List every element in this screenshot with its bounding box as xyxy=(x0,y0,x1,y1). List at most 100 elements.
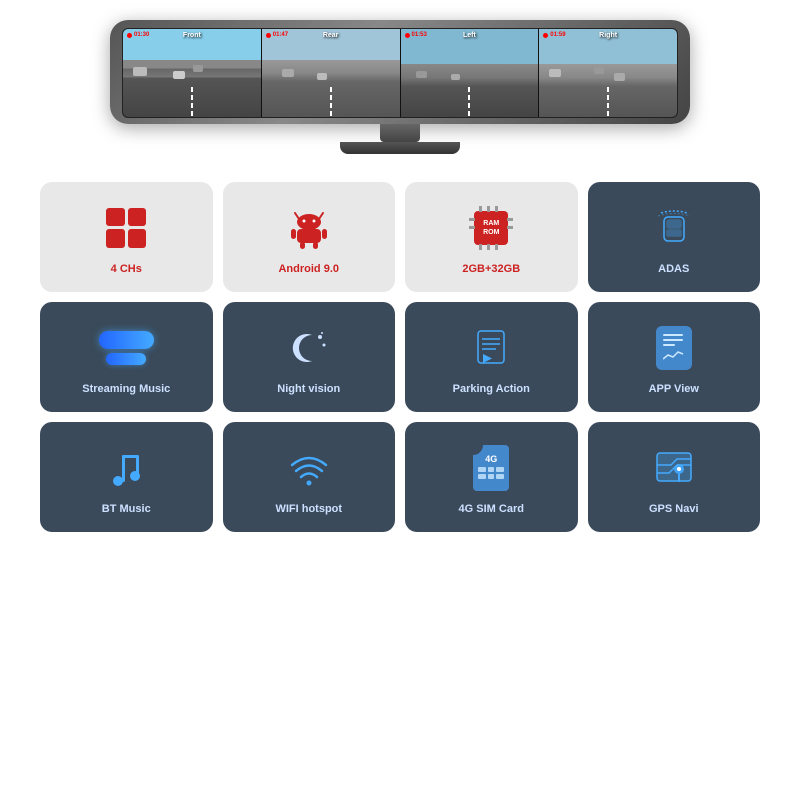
car-front-3 xyxy=(193,65,203,72)
feature-label-parking: Parking Action xyxy=(453,382,530,396)
android-icon xyxy=(283,202,335,254)
sim-card-icon: 4G xyxy=(465,442,517,494)
chip-pin-l1 xyxy=(469,218,475,221)
rec-time-left: 01:53 xyxy=(412,32,427,38)
adas-icon xyxy=(648,202,700,254)
feature-night: Night vision xyxy=(223,302,396,412)
road-lines-right xyxy=(607,87,609,117)
streaming-bar-2 xyxy=(106,353,146,365)
feature-app: APP View xyxy=(588,302,761,412)
app-screen-lines xyxy=(663,334,685,361)
car-right-2 xyxy=(594,67,604,74)
chip-pin-l2 xyxy=(469,226,475,229)
app-line-1 xyxy=(663,334,683,336)
chip-text-ram: RAM xyxy=(483,219,499,228)
car-front-1 xyxy=(133,67,147,76)
camera-screen: 01:30 Front 01:47 Rear 01:53 Left xyxy=(122,28,678,118)
feature-label-android: Android 9.0 xyxy=(278,262,339,276)
feature-adas: ADAS xyxy=(588,182,761,292)
car-rear-2 xyxy=(317,73,327,80)
cam-label-front: Front xyxy=(183,32,201,39)
car-right-3 xyxy=(614,73,625,81)
road-lines-front xyxy=(191,87,193,117)
grid-cell-4 xyxy=(128,229,147,248)
bt-music-icon xyxy=(100,442,152,494)
feature-4chs: 4 CHs xyxy=(40,182,213,292)
cam-view-left: 01:53 Left xyxy=(401,29,540,117)
features-grid: 4 CHs xyxy=(40,182,760,532)
camera-body: 01:30 Front 01:47 Rear 01:53 Left xyxy=(110,20,690,124)
feature-gps: GPS Navi xyxy=(588,422,761,532)
feature-label-4chs: 4 CHs xyxy=(111,262,142,276)
chip-pin-t1 xyxy=(479,206,482,212)
feature-label-app: APP View xyxy=(649,382,699,396)
rec-time-right: 01:59 xyxy=(550,32,565,38)
feature-android: Android 9.0 xyxy=(223,182,396,292)
chip-pin-t3 xyxy=(495,206,498,212)
feature-label-bt: BT Music xyxy=(102,502,151,516)
feature-label-gps: GPS Navi xyxy=(649,502,699,516)
sim-card-body: 4G xyxy=(473,445,509,491)
cam-view-front: 01:30 Front xyxy=(123,29,262,117)
app-view-icon xyxy=(648,322,700,374)
car-right-1 xyxy=(549,69,561,77)
feature-streaming: Streaming Music xyxy=(40,302,213,412)
app-line-3 xyxy=(663,344,675,346)
parking-icon xyxy=(465,322,517,374)
wifi-icon xyxy=(283,442,335,494)
grid-cell-2 xyxy=(128,208,147,227)
chip-pin-b1 xyxy=(479,244,482,250)
feature-label-ram: 2GB+32GB xyxy=(462,262,520,276)
grid-cell-1 xyxy=(106,208,125,227)
streaming-bar xyxy=(99,331,154,349)
cam-view-rear: 01:47 Rear xyxy=(262,29,401,117)
feature-sim: 4G 4G SIM Card xyxy=(405,422,578,532)
sim-notch xyxy=(473,445,483,455)
cam-label-left: Left xyxy=(463,32,476,39)
chip-pin-r2 xyxy=(507,226,513,229)
chip-text-rom: ROM xyxy=(483,228,499,237)
feature-label-sim: 4G SIM Card xyxy=(459,502,524,516)
feature-ram: RAM ROM 2GB+32GB xyxy=(405,182,578,292)
chip-body: RAM ROM xyxy=(474,211,508,245)
feature-label-adas: ADAS xyxy=(658,262,689,276)
cam-view-right: 01:59 Right xyxy=(539,29,677,117)
grid-icon xyxy=(100,202,152,254)
camera-stand xyxy=(380,124,420,142)
camera-base xyxy=(340,142,460,154)
car-left-2 xyxy=(451,74,460,80)
rec-indicator-left xyxy=(405,33,410,38)
gps-nav-icon xyxy=(648,442,700,494)
rec-time-rear: 01:47 xyxy=(273,32,288,38)
feature-label-streaming: Streaming Music xyxy=(82,382,170,396)
car-front-2 xyxy=(173,71,185,79)
streaming-icon xyxy=(100,322,152,374)
grid-cell-3 xyxy=(106,229,125,248)
chip-pin-b3 xyxy=(495,244,498,250)
feature-label-night: Night vision xyxy=(277,382,340,396)
sim-contacts xyxy=(477,466,505,486)
moon-stars-icon xyxy=(283,322,335,374)
cam-label-rear: Rear xyxy=(323,32,339,39)
road-lines-left xyxy=(468,87,470,117)
car-rear-1 xyxy=(282,69,294,77)
camera-display: 01:30 Front 01:47 Rear 01:53 Left xyxy=(110,20,690,154)
cam-label-right: Right xyxy=(599,32,617,39)
feature-parking: Parking Action xyxy=(405,302,578,412)
feature-wifi: WIFI hotspot xyxy=(223,422,396,532)
app-phone-icon xyxy=(656,326,692,370)
chip-icon: RAM ROM xyxy=(465,202,517,254)
rec-time-front: 01:30 xyxy=(134,32,149,38)
sim-4g-text: 4G xyxy=(485,454,497,464)
chip-pin-b2 xyxy=(487,244,490,250)
feature-label-wifi: WIFI hotspot xyxy=(275,502,342,516)
chip-pin-r1 xyxy=(507,218,513,221)
car-left-1 xyxy=(416,71,427,78)
chip-pin-t2 xyxy=(487,206,490,212)
feature-bt: BT Music xyxy=(40,422,213,532)
app-line-2 xyxy=(663,339,683,341)
rec-indicator-right xyxy=(543,33,548,38)
road-lines-rear xyxy=(330,87,332,117)
app-graph xyxy=(663,349,685,361)
rec-indicator-front xyxy=(127,33,132,38)
